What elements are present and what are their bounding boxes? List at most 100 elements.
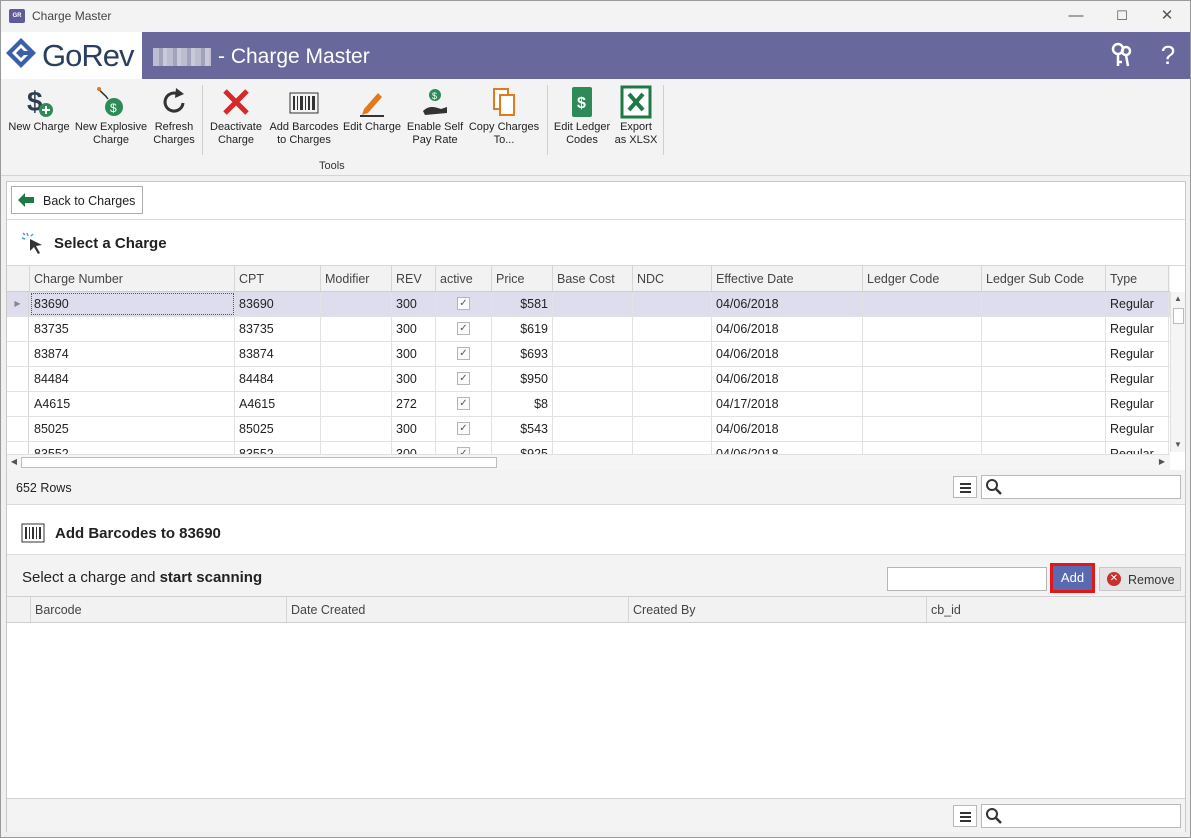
- cell-type[interactable]: Regular: [1106, 342, 1169, 366]
- horizontal-scroll-thumb[interactable]: [21, 457, 497, 468]
- cell-price[interactable]: $543: [492, 417, 553, 441]
- scroll-left-icon[interactable]: ◀: [7, 455, 21, 469]
- cell-type[interactable]: Regular: [1106, 367, 1169, 391]
- enable-self-pay-rate-button[interactable]: $ Enable Self Pay Rate: [405, 85, 465, 147]
- scroll-up-icon[interactable]: ▲: [1171, 292, 1185, 306]
- column-header[interactable]: REV: [392, 266, 436, 291]
- column-header[interactable]: Created By: [629, 597, 927, 622]
- edit-ledger-codes-button[interactable]: $ Edit Ledger Codes: [552, 85, 612, 147]
- table-row[interactable]: ▶ 83690 83690 300 ✓ $581 04/06/2018 Regular: [7, 292, 1170, 317]
- cell-cpt[interactable]: 84484: [235, 367, 321, 391]
- export-as-xlsx-button[interactable]: Export as XLSX: [613, 85, 659, 147]
- cell-ledger-sub-code[interactable]: [982, 342, 1106, 366]
- cell-effective-date[interactable]: 04/06/2018: [712, 367, 863, 391]
- cell-effective-date[interactable]: 04/06/2018: [712, 317, 863, 341]
- cell-active[interactable]: ✓: [436, 392, 492, 416]
- cell-rev[interactable]: 300: [392, 317, 436, 341]
- cell-modifier[interactable]: [321, 417, 392, 441]
- column-header[interactable]: Effective Date: [712, 266, 863, 291]
- column-header[interactable]: Ledger Sub Code: [982, 266, 1106, 291]
- cell-cpt[interactable]: 83735: [235, 317, 321, 341]
- cell-rev[interactable]: 300: [392, 342, 436, 366]
- charges-horizontal-scrollbar[interactable]: ◀ ▶: [7, 454, 1170, 470]
- cell-charge-number[interactable]: 84484: [30, 367, 235, 391]
- table-row[interactable]: 85025 85025 300 ✓ $543 04/06/2018 Regular: [7, 417, 1170, 442]
- cell-modifier[interactable]: [321, 342, 392, 366]
- cell-base-cost[interactable]: [553, 367, 633, 391]
- charges-search-box[interactable]: [981, 475, 1181, 499]
- barcodes-search-box[interactable]: [981, 804, 1181, 828]
- cell-effective-date[interactable]: 04/17/2018: [712, 392, 863, 416]
- grid-menu-button[interactable]: [953, 476, 977, 498]
- cell-ledger-sub-code[interactable]: [982, 292, 1106, 316]
- cell-rev[interactable]: 300: [392, 292, 436, 316]
- cell-effective-date[interactable]: 04/06/2018: [712, 292, 863, 316]
- help-icon[interactable]: ?: [1154, 41, 1182, 69]
- deactivate-charge-button[interactable]: Deactivate Charge: [206, 85, 266, 147]
- cell-ndc[interactable]: [633, 342, 712, 366]
- cell-charge-number[interactable]: A4615: [30, 392, 235, 416]
- cell-base-cost[interactable]: [553, 392, 633, 416]
- refresh-charges-button[interactable]: Refresh Charges: [151, 85, 197, 147]
- cell-ledger-sub-code[interactable]: [982, 367, 1106, 391]
- cell-cpt[interactable]: 83874: [235, 342, 321, 366]
- cell-price[interactable]: $619: [492, 317, 553, 341]
- cell-ledger-code[interactable]: [863, 417, 982, 441]
- cell-cpt[interactable]: A4615: [235, 392, 321, 416]
- column-header[interactable]: cb_id: [927, 597, 1185, 622]
- cell-ledger-sub-code[interactable]: [982, 392, 1106, 416]
- cell-ndc[interactable]: [633, 417, 712, 441]
- table-row[interactable]: A4615 A4615 272 ✓ $8 04/17/2018 Regular: [7, 392, 1170, 417]
- close-button[interactable]: ✕: [1152, 5, 1182, 27]
- cell-cpt[interactable]: 83690: [235, 292, 321, 316]
- cell-type[interactable]: Regular: [1106, 292, 1169, 316]
- row-indicator[interactable]: ▶: [7, 292, 29, 316]
- column-header[interactable]: Charge Number: [30, 266, 235, 291]
- add-barcodes-to-charges-button[interactable]: Add Barcodes to Charges: [269, 85, 339, 147]
- cell-ndc[interactable]: [633, 292, 712, 316]
- new-charge-button[interactable]: $ New Charge: [7, 85, 71, 134]
- cell-charge-number[interactable]: 83735: [30, 317, 235, 341]
- column-header[interactable]: Base Cost: [553, 266, 633, 291]
- column-header[interactable]: Price: [492, 266, 553, 291]
- edit-charge-button[interactable]: Edit Charge: [341, 85, 403, 134]
- active-checkbox[interactable]: ✓: [457, 297, 470, 310]
- active-checkbox[interactable]: ✓: [457, 372, 470, 385]
- barcodes-search-input[interactable]: [1004, 807, 1174, 825]
- cell-price[interactable]: $581: [492, 292, 553, 316]
- cell-ledger-sub-code[interactable]: [982, 417, 1106, 441]
- column-header[interactable]: active: [436, 266, 492, 291]
- cell-active[interactable]: ✓: [436, 417, 492, 441]
- cell-rev[interactable]: 272: [392, 392, 436, 416]
- remove-barcode-button[interactable]: ✕ Remove: [1099, 567, 1181, 591]
- cell-price[interactable]: $950: [492, 367, 553, 391]
- row-indicator[interactable]: [7, 342, 29, 366]
- cell-base-cost[interactable]: [553, 342, 633, 366]
- cell-base-cost[interactable]: [553, 292, 633, 316]
- column-header[interactable]: CPT: [235, 266, 321, 291]
- row-indicator[interactable]: [7, 392, 29, 416]
- cell-modifier[interactable]: [321, 367, 392, 391]
- cell-active[interactable]: ✓: [436, 292, 492, 316]
- table-row[interactable]: 84484 84484 300 ✓ $950 04/06/2018 Regular: [7, 367, 1170, 392]
- column-header[interactable]: No: [1169, 266, 1170, 291]
- cell-charge-number[interactable]: 85025: [30, 417, 235, 441]
- back-to-charges-button[interactable]: Back to Charges: [11, 186, 143, 214]
- cell-ledger-sub-code[interactable]: [982, 317, 1106, 341]
- column-header[interactable]: Barcode: [31, 597, 287, 622]
- charges-search-input[interactable]: [1004, 478, 1174, 496]
- active-checkbox[interactable]: ✓: [457, 422, 470, 435]
- scroll-right-icon[interactable]: ▶: [1155, 455, 1169, 469]
- maximize-button[interactable]: ☐: [1107, 5, 1137, 27]
- cell-ndc[interactable]: [633, 392, 712, 416]
- minimize-button[interactable]: —: [1061, 5, 1091, 27]
- cell-effective-date[interactable]: 04/06/2018: [712, 342, 863, 366]
- column-header[interactable]: NDC: [633, 266, 712, 291]
- cell-ndc[interactable]: [633, 367, 712, 391]
- column-header[interactable]: Type: [1106, 266, 1169, 291]
- cell-effective-date[interactable]: 04/06/2018: [712, 417, 863, 441]
- cell-ledger-code[interactable]: [863, 367, 982, 391]
- cell-base-cost[interactable]: [553, 417, 633, 441]
- row-indicator[interactable]: [7, 367, 29, 391]
- table-row[interactable]: 83735 83735 300 ✓ $619 04/06/2018 Regular: [7, 317, 1170, 342]
